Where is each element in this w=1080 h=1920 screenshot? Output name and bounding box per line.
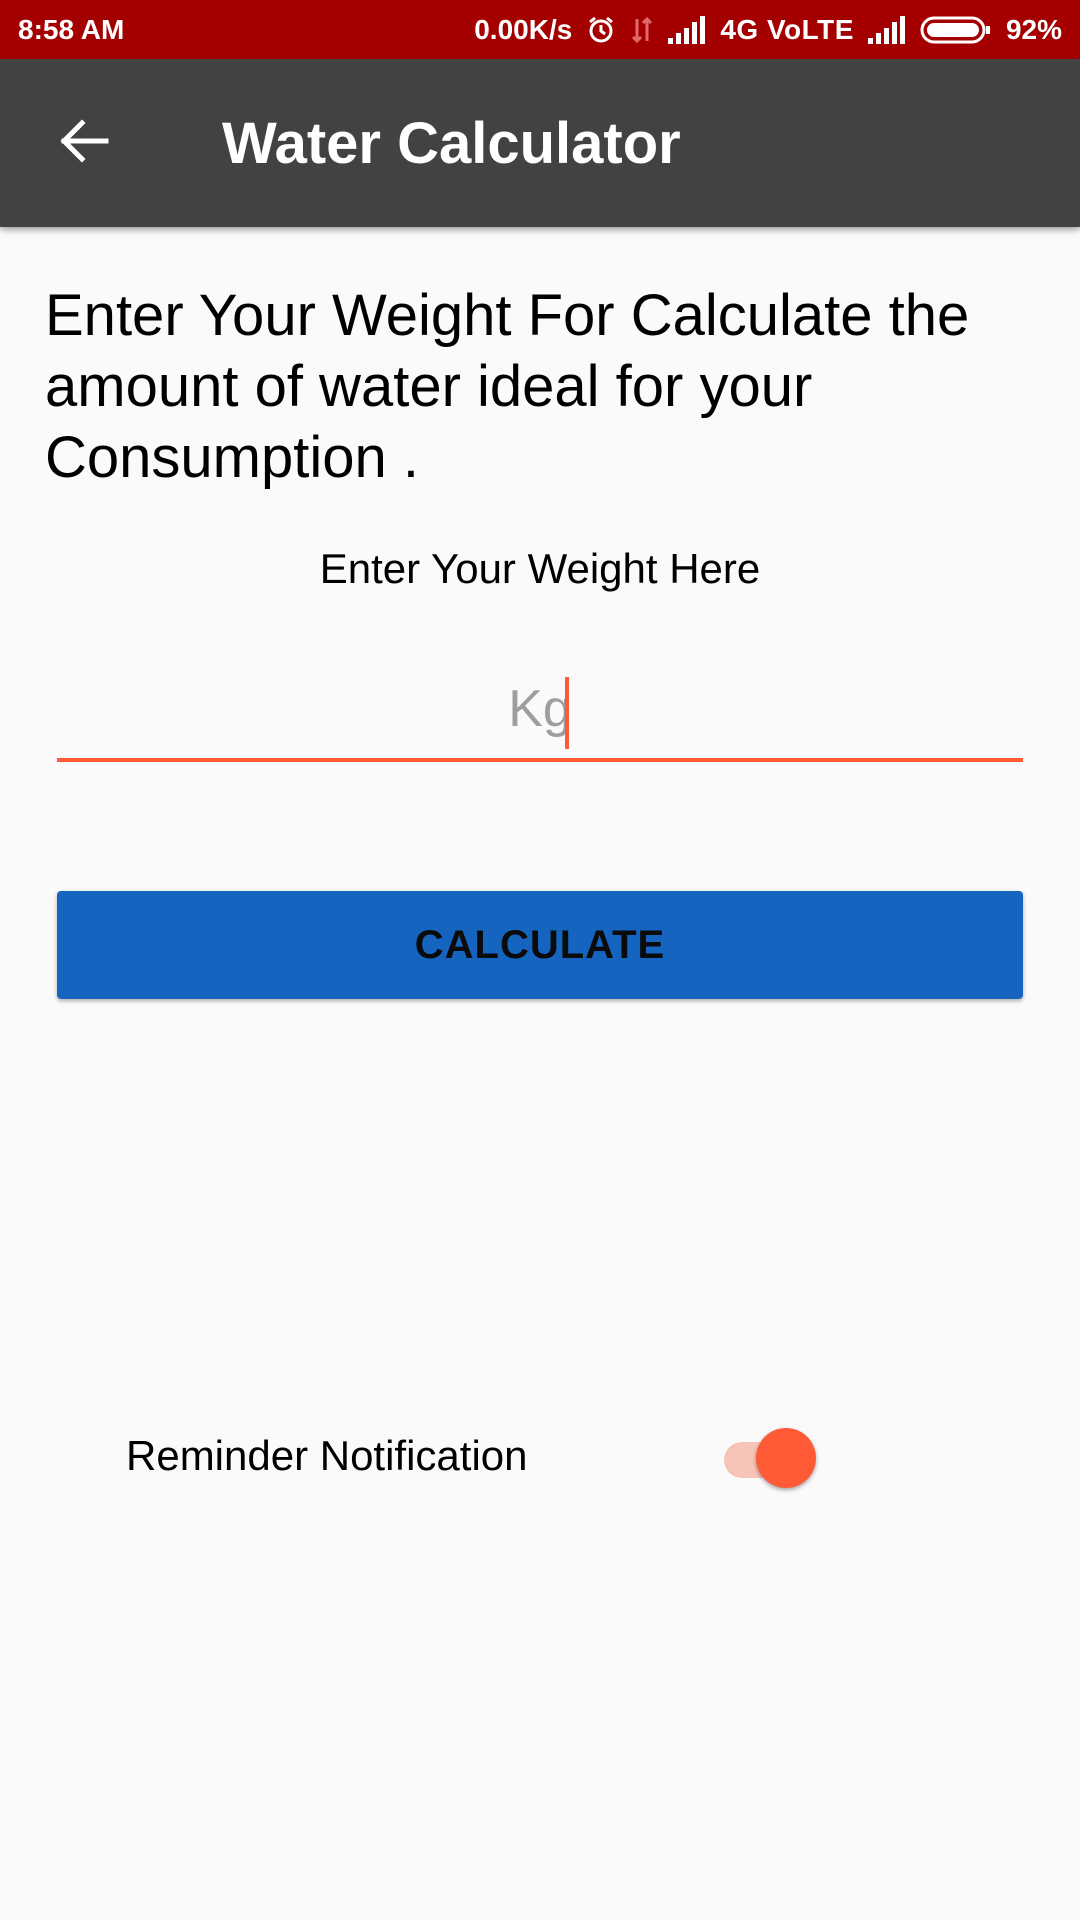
arrow-left-icon xyxy=(56,113,112,174)
weight-field xyxy=(57,660,1023,762)
data-arrows-icon xyxy=(630,15,654,45)
weight-label: Enter Your Weight Here xyxy=(319,545,761,592)
status-time: 8:58 AM xyxy=(18,13,125,45)
alarm-icon xyxy=(586,15,616,45)
reminder-toggle[interactable] xyxy=(720,1426,820,1488)
intro-text: Enter Your Weight For Calculate the amou… xyxy=(45,283,970,490)
text-cursor xyxy=(565,677,569,749)
battery-icon xyxy=(920,15,992,45)
status-indicators: 0.00K/s 4G VoLTE 92% xyxy=(474,14,1062,46)
page-title: Water Calculator xyxy=(222,110,681,176)
network-speed: 0.00K/s xyxy=(474,13,573,45)
status-bar: 8:58 AM 0.00K/s 4G VoLTE 92% xyxy=(0,0,1080,59)
back-button[interactable] xyxy=(36,95,132,191)
signal-icon xyxy=(668,15,706,44)
signal-icon xyxy=(867,15,906,44)
app-bar: Water Calculator xyxy=(0,59,1080,227)
reminder-label: Reminder Notification xyxy=(126,1432,528,1479)
network-type: 4G VoLTE xyxy=(720,13,854,45)
weight-input[interactable] xyxy=(57,660,1023,758)
toggle-thumb xyxy=(756,1428,816,1488)
battery-percent: 92% xyxy=(1005,13,1062,45)
calculate-button[interactable]: CALCULATE xyxy=(57,891,1023,999)
